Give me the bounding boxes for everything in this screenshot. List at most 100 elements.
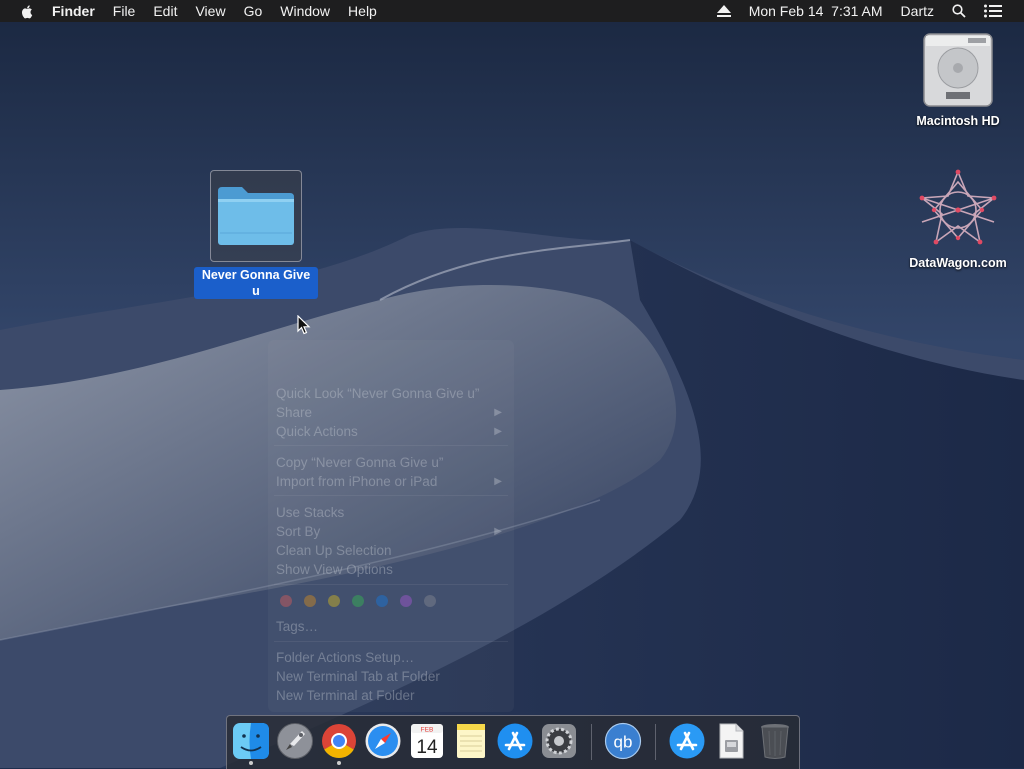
context-menu-copy[interactable]: Copy “Never Gonna Give u” bbox=[276, 453, 504, 472]
desktop-icon-label: Macintosh HD bbox=[916, 114, 1000, 128]
submenu-arrow-icon: ▶ bbox=[494, 476, 502, 487]
dock-separator bbox=[591, 724, 592, 760]
launchpad-icon bbox=[277, 723, 313, 759]
app-store-icon bbox=[497, 723, 533, 759]
menu-item-label: Quick Actions bbox=[276, 424, 358, 439]
network-volume-icon bbox=[919, 169, 997, 245]
menu-item-label: Clean Up Selection bbox=[276, 543, 392, 558]
context-menu-use-stacks[interactable]: Use Stacks bbox=[276, 503, 504, 522]
menu-item-label: Share bbox=[276, 405, 313, 420]
running-indicator bbox=[249, 761, 253, 765]
menu-separator bbox=[274, 584, 508, 585]
search-icon[interactable] bbox=[952, 4, 966, 18]
context-menu-tags[interactable]: Tags… bbox=[276, 617, 504, 636]
submenu-arrow-icon: ▶ bbox=[494, 426, 502, 437]
finder-icon bbox=[233, 723, 269, 759]
dock: FEB 14 qb bbox=[226, 715, 800, 769]
dock-app-trash[interactable] bbox=[756, 722, 794, 760]
menu-window[interactable]: Window bbox=[280, 0, 330, 22]
safari-icon bbox=[365, 723, 401, 759]
menu-item-label: Tags… bbox=[276, 619, 319, 634]
menu-separator bbox=[274, 495, 508, 496]
desktop-icon-macintosh-hd[interactable]: Macintosh HD bbox=[906, 30, 1010, 128]
folder-name-label[interactable]: Never Gonna Give u bbox=[194, 267, 318, 299]
dock-separator bbox=[655, 724, 656, 760]
desktop-icon-datawagon[interactable]: DataWagon.com bbox=[900, 168, 1016, 270]
menu-go[interactable]: Go bbox=[244, 0, 263, 22]
folder-icon bbox=[218, 187, 294, 245]
running-indicator bbox=[337, 761, 341, 765]
trash-icon bbox=[761, 724, 789, 759]
dock-app-app-store[interactable] bbox=[496, 722, 534, 760]
hard-drive-icon bbox=[923, 33, 993, 107]
context-menu-new-terminal-tab[interactable]: New Terminal Tab at Folder bbox=[276, 667, 504, 686]
notes-icon bbox=[457, 724, 485, 758]
apple-logo-icon[interactable] bbox=[20, 3, 36, 19]
context-menu-new-terminal[interactable]: New Terminal at Folder bbox=[276, 686, 504, 705]
dock-app-system-preferences[interactable] bbox=[540, 722, 578, 760]
context-menu-quick-actions[interactable]: Quick Actions ▶ bbox=[276, 422, 504, 441]
context-menu-import[interactable]: Import from iPhone or iPad ▶ bbox=[276, 472, 504, 491]
context-menu-view-options[interactable]: Show View Options bbox=[276, 560, 504, 579]
dock-app-finder[interactable] bbox=[232, 722, 270, 765]
tag-red-dot[interactable] bbox=[280, 595, 292, 607]
chrome-icon bbox=[322, 724, 356, 758]
menu-separator bbox=[274, 641, 508, 642]
app-store-folder-icon bbox=[669, 723, 705, 759]
dock-app-document[interactable] bbox=[712, 722, 750, 760]
menu-item-label: Quick Look “Never Gonna Give u” bbox=[276, 386, 480, 401]
menu-bar-status-area: Mon Feb 14 7:31 AM Dartz bbox=[716, 0, 1024, 22]
menu-view[interactable]: View bbox=[195, 0, 225, 22]
dock-app-calendar[interactable]: FEB 14 bbox=[408, 722, 446, 760]
menu-separator bbox=[274, 445, 508, 446]
dock-app-safari[interactable] bbox=[364, 722, 402, 760]
context-menu-folder-actions[interactable]: Folder Actions Setup… bbox=[276, 648, 504, 667]
submenu-arrow-icon: ▶ bbox=[494, 407, 502, 418]
tag-blue-dot[interactable] bbox=[376, 595, 388, 607]
desktop-icon-label: DataWagon.com bbox=[909, 256, 1007, 270]
menu-bar-user[interactable]: Dartz bbox=[901, 3, 934, 19]
dock-app-chrome[interactable] bbox=[320, 722, 358, 765]
menu-app-finder[interactable]: Finder bbox=[52, 0, 95, 22]
menu-item-label: Use Stacks bbox=[276, 505, 345, 520]
qbittorrent-icon: qb bbox=[604, 722, 642, 760]
menu-item-label: New Terminal at Folder bbox=[276, 688, 415, 703]
menu-item-label: Folder Actions Setup… bbox=[276, 650, 415, 665]
menu-item-label: Show View Options bbox=[276, 562, 393, 577]
menu-edit[interactable]: Edit bbox=[153, 0, 177, 22]
context-menu-clean-up[interactable]: Clean Up Selection bbox=[276, 541, 504, 560]
tag-purple-dot[interactable] bbox=[400, 595, 412, 607]
context-menu: Quick Look “Never Gonna Give u” Share ▶ Q… bbox=[268, 340, 514, 712]
calendar-day: 14 bbox=[416, 737, 438, 758]
dock-app-launchpad[interactable] bbox=[276, 722, 314, 760]
folder-selection-box bbox=[210, 170, 302, 262]
submenu-arrow-icon: ▶ bbox=[494, 526, 502, 537]
context-menu-sort-by[interactable]: Sort By ▶ bbox=[276, 522, 504, 541]
context-menu-quick-look[interactable]: Quick Look “Never Gonna Give u” bbox=[276, 384, 504, 403]
tag-yellow-dot[interactable] bbox=[328, 595, 340, 607]
mouse-cursor-icon bbox=[297, 315, 311, 335]
menu-item-label: Sort By bbox=[276, 524, 321, 539]
menu-help[interactable]: Help bbox=[348, 0, 377, 22]
desktop-folder-selected[interactable]: Never Gonna Give u bbox=[194, 170, 318, 300]
eject-icon[interactable] bbox=[716, 5, 731, 17]
tag-orange-dot[interactable] bbox=[304, 595, 316, 607]
notification-list-icon[interactable] bbox=[984, 4, 1002, 18]
context-menu-tag-colors bbox=[280, 595, 448, 607]
dock-app-qbittorrent[interactable]: qb bbox=[604, 722, 642, 760]
system-preferences-icon bbox=[542, 724, 576, 758]
menu-bar: Finder File Edit View Go Window Help Mon… bbox=[0, 0, 1024, 22]
menu-file[interactable]: File bbox=[113, 0, 136, 22]
tag-gray-dot[interactable] bbox=[424, 595, 436, 607]
tag-green-dot[interactable] bbox=[352, 595, 364, 607]
menu-bar-clock[interactable]: Mon Feb 14 7:31 AM bbox=[749, 3, 883, 19]
dock-app-app-store-downloads[interactable] bbox=[668, 722, 706, 760]
menu-item-label: Import from iPhone or iPad bbox=[276, 474, 438, 489]
menu-item-label: New Terminal Tab at Folder bbox=[276, 669, 440, 684]
menu-item-label: Copy “Never Gonna Give u” bbox=[276, 455, 444, 470]
calendar-month: FEB bbox=[421, 727, 434, 734]
calendar-icon: FEB 14 bbox=[411, 724, 443, 758]
dock-app-notes[interactable] bbox=[452, 722, 490, 760]
context-menu-share[interactable]: Share ▶ bbox=[276, 403, 504, 422]
document-icon bbox=[719, 723, 744, 759]
